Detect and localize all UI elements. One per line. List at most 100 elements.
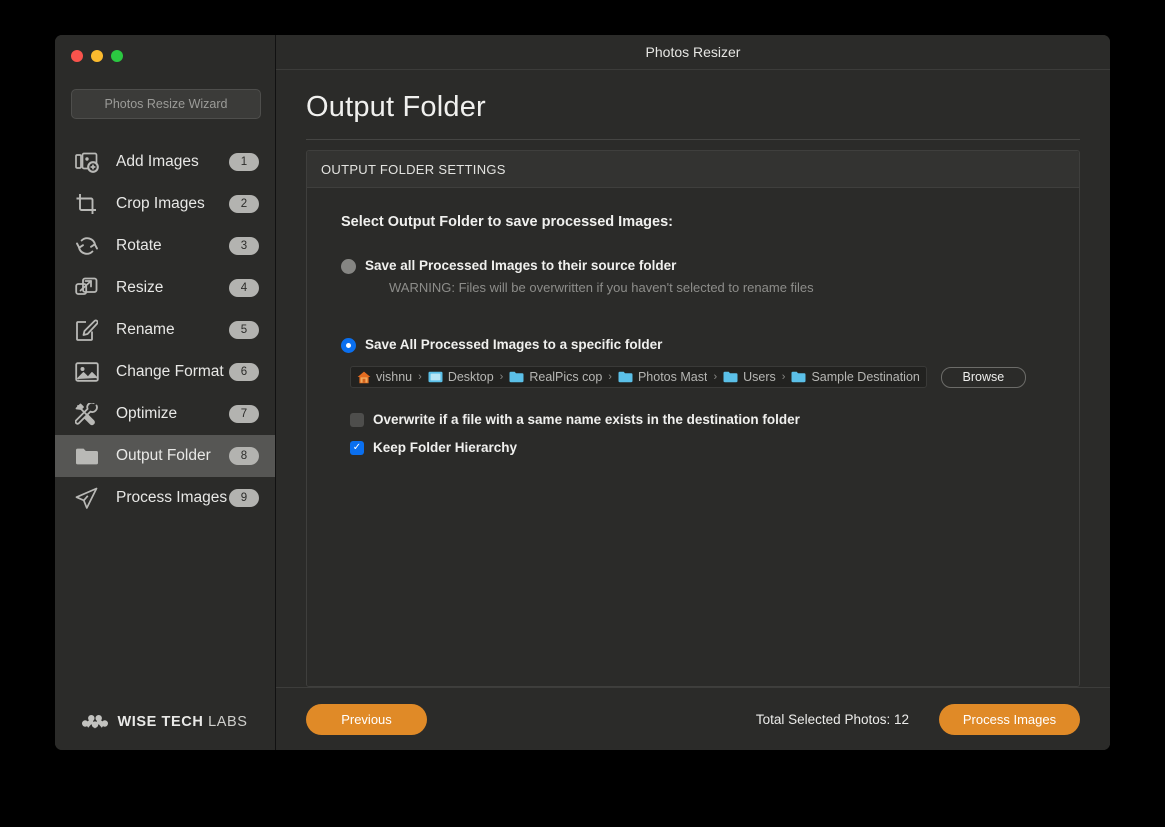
sidebar-item-optimize[interactable]: Optimize 7 [55, 393, 275, 435]
sidebar-item-badge: 1 [229, 153, 259, 171]
brand-name-bold: WISE TECH [117, 713, 204, 730]
panel-body: Select Output Folder to save processed I… [307, 188, 1079, 686]
output-folder-settings-panel: OUTPUT FOLDER SETTINGS Select Output Fol… [306, 150, 1080, 687]
breadcrumb-label: Photos Mast [637, 370, 708, 384]
wise-tech-labs-logo-icon [82, 713, 109, 730]
breadcrumb-separator: › [781, 371, 786, 383]
window-title: Photos Resizer [645, 44, 741, 60]
warning-text: WARNING: Files will be overwritten if yo… [389, 280, 814, 295]
intro-text: Select Output Folder to save processed I… [341, 214, 673, 230]
breadcrumb-item-desktop[interactable]: Desktop [428, 370, 494, 384]
breadcrumb[interactable]: vishnu › Desktop › RealPics cop › Photos… [350, 366, 927, 388]
photos-resize-wizard-button[interactable]: Photos Resize Wizard [71, 89, 261, 119]
breadcrumb-separator: › [713, 371, 718, 383]
sidebar-item-label: Rotate [116, 237, 162, 254]
paper-plane-icon [73, 485, 100, 511]
folder-blue-icon [509, 371, 524, 383]
breadcrumb-separator: › [499, 371, 504, 383]
brand-logo: WISE TECH LABS [55, 713, 275, 730]
footer-bar: Previous Total Selected Photos: 12 Proce… [276, 687, 1110, 750]
breadcrumb-separator: › [418, 371, 422, 383]
traffic-lights [55, 35, 275, 70]
total-selected-photos: Total Selected Photos: 12 [755, 711, 909, 727]
sidebar-item-badge: 8 [229, 447, 259, 465]
brand-text: WISE TECH LABS [117, 714, 247, 730]
previous-button[interactable]: Previous [306, 703, 427, 735]
folder-blue-icon [791, 371, 806, 383]
sidebar-item-label: Process Images [116, 489, 228, 506]
radio-label-specific-folder: Save All Processed Images to a specific … [365, 337, 663, 352]
sidebar-item-label: Optimize [116, 405, 178, 422]
radio-option-specific-folder[interactable]: Save All Processed Images to a specific … [341, 337, 1079, 353]
sidebar-item-process-images[interactable]: Process Images 9 [55, 477, 275, 519]
sidebar-item-badge: 9 [229, 489, 259, 507]
checkbox-keep-hierarchy[interactable]: ✓ [350, 440, 364, 455]
breadcrumb-item-users[interactable]: Users [723, 370, 776, 384]
sidebar-item-resize[interactable]: Resize 4 [55, 267, 275, 309]
maximize-icon[interactable] [111, 50, 123, 62]
sidebar-item-badge: 4 [229, 279, 259, 297]
sidebar-item-badge: 5 [229, 321, 259, 339]
checkbox-label-keep-hierarchy: Keep Folder Hierarchy [373, 440, 518, 455]
folder-blue-icon [723, 371, 738, 383]
sidebar-item-label: Output Folder [116, 447, 211, 464]
rotate-icon [73, 233, 100, 259]
sidebar: Photos Resize Wizard Add Images 1 Crop I… [55, 35, 276, 750]
panel-header: OUTPUT FOLDER SETTINGS [307, 151, 1079, 188]
app-window: Photos Resize Wizard Add Images 1 Crop I… [55, 35, 1110, 750]
sidebar-item-crop-images[interactable]: Crop Images 2 [55, 183, 275, 225]
radio-button-source-folder[interactable] [341, 259, 356, 274]
minimize-icon[interactable] [91, 50, 103, 62]
checkbox-label-overwrite: Overwrite if a file with a same name exi… [373, 412, 800, 427]
breadcrumb-item-home[interactable]: vishnu [357, 370, 412, 384]
home-icon [357, 371, 371, 384]
destination-path-row: vishnu › Desktop › RealPics cop › Photos… [350, 366, 1079, 388]
sidebar-item-change-format[interactable]: Change Format 6 [55, 351, 275, 393]
breadcrumb-label: Desktop [447, 370, 494, 384]
breadcrumb-item-realpics[interactable]: RealPics cop [509, 370, 602, 384]
sidebar-item-label: Crop Images [116, 195, 205, 212]
sidebar-item-rotate[interactable]: Rotate 3 [55, 225, 275, 267]
breadcrumb-label: Users [743, 370, 776, 384]
breadcrumb-separator: › [608, 371, 612, 383]
breadcrumb-label: RealPics cop [529, 370, 603, 384]
sidebar-nav: Add Images 1 Crop Images 2 Rotate 3 Resi… [55, 141, 275, 519]
breadcrumb-item-sample-destination[interactable]: Sample Destination [791, 370, 920, 384]
desktop-folder-icon [428, 371, 443, 383]
close-icon[interactable] [71, 50, 83, 62]
radio-button-specific-folder[interactable] [341, 338, 356, 353]
sidebar-item-add-images[interactable]: Add Images 1 [55, 141, 275, 183]
sidebar-item-badge: 7 [229, 405, 259, 423]
rename-icon [73, 317, 100, 343]
browse-button[interactable]: Browse [940, 366, 1026, 388]
page-title: Output Folder [306, 91, 1080, 140]
content-area: Output Folder OUTPUT FOLDER SETTINGS Sel… [276, 70, 1110, 687]
sidebar-item-label: Add Images [116, 153, 199, 170]
radio-label-source-folder: Save all Processed Images to their sourc… [365, 258, 677, 273]
crop-icon [73, 191, 100, 217]
brand-name-light: LABS [208, 713, 248, 730]
sidebar-item-badge: 3 [229, 237, 259, 255]
checkbox-row-overwrite[interactable]: Overwrite if a file with a same name exi… [350, 412, 1079, 427]
sidebar-item-label: Resize [116, 279, 164, 296]
sidebar-item-badge: 2 [229, 195, 259, 213]
sidebar-item-output-folder[interactable]: Output Folder 8 [55, 435, 275, 477]
radio-option-source-folder[interactable]: Save all Processed Images to their sourc… [341, 258, 1079, 274]
sidebar-item-label: Change Format [116, 363, 224, 380]
sidebar-item-rename[interactable]: Rename 5 [55, 309, 275, 351]
folder-icon [73, 443, 100, 469]
add-images-icon [73, 149, 100, 175]
tools-icon [73, 401, 100, 427]
title-bar: Photos Resizer [276, 35, 1110, 70]
image-icon [73, 359, 100, 385]
sidebar-item-label: Rename [116, 321, 175, 338]
sidebar-item-badge: 6 [229, 363, 259, 381]
process-images-button[interactable]: Process Images [939, 703, 1080, 735]
folder-blue-icon [618, 371, 633, 383]
resize-icon [73, 275, 100, 301]
checkbox-row-keep-hierarchy[interactable]: ✓ Keep Folder Hierarchy [350, 440, 1079, 455]
main-area: Photos Resizer Output Folder OUTPUT FOLD… [276, 35, 1110, 750]
breadcrumb-label: vishnu [376, 370, 413, 384]
checkbox-overwrite[interactable] [350, 412, 364, 427]
breadcrumb-item-photos-master[interactable]: Photos Mast [618, 370, 707, 384]
